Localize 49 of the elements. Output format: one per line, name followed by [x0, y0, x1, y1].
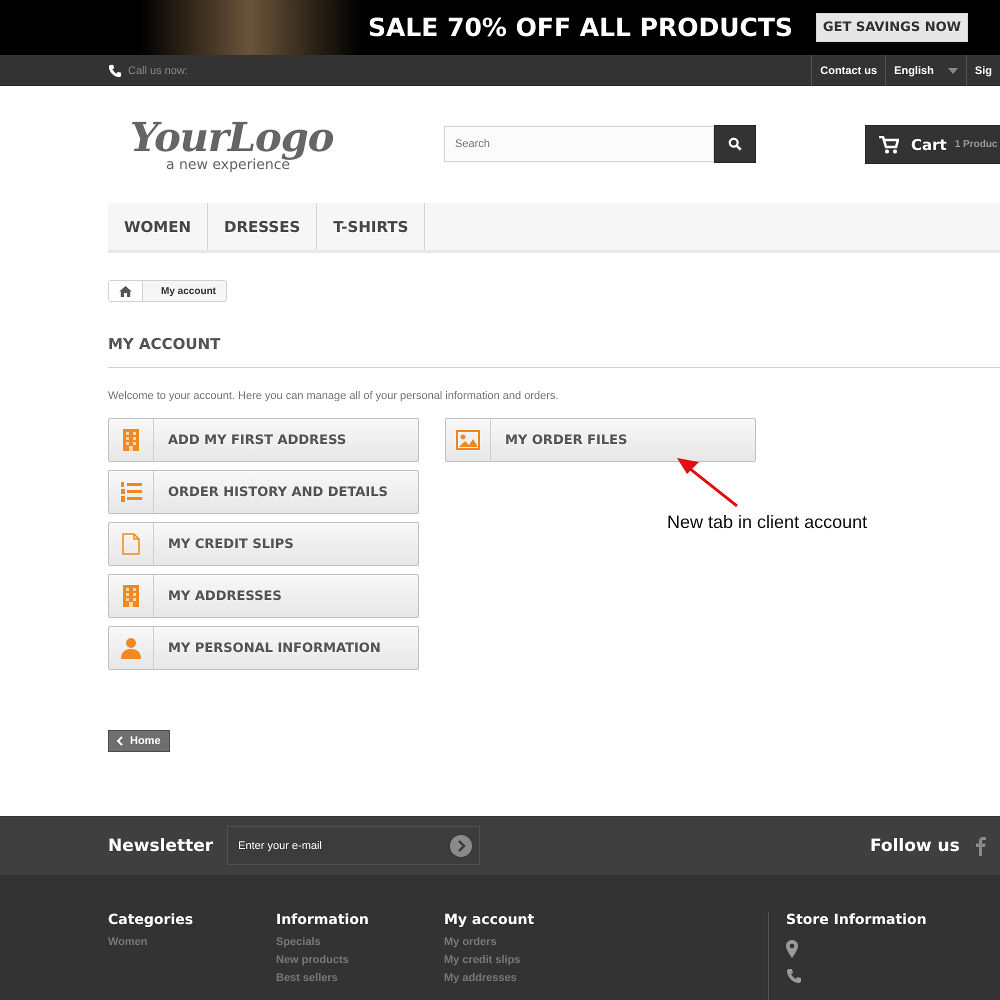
- phone-icon: [108, 64, 122, 78]
- image-icon: [456, 430, 480, 450]
- account-link-button[interactable]: MY PERSONAL INFORMATION: [108, 626, 419, 670]
- account-link-button[interactable]: MY ADDRESSES: [108, 574, 419, 618]
- chevron-left-icon: [117, 736, 123, 746]
- logo: YourLogo a new experience: [130, 118, 334, 172]
- phone-icon: [786, 968, 802, 984]
- footer-heading: Store Information: [786, 912, 927, 928]
- home-button[interactable]: Home: [108, 730, 170, 752]
- footer-heading: Information: [276, 912, 370, 928]
- document-icon: [122, 533, 140, 555]
- account-link-button[interactable]: ADD MY FIRST ADDRESS: [108, 418, 419, 462]
- search-button[interactable]: [714, 125, 756, 163]
- banner-headline: SALE 70% OFF ALL PRODUCTS: [368, 13, 793, 42]
- user-icon: [121, 637, 141, 659]
- annotation-text: New tab in client account: [667, 512, 868, 533]
- search-field[interactable]: Search: [444, 126, 714, 162]
- menu-item[interactable]: T-SHIRTS: [317, 203, 426, 250]
- home-icon: [119, 286, 132, 296]
- footer-heading: My account: [444, 912, 536, 928]
- intro-text: Welcome to your account. Here you can manage all of your personal information and orders.: [108, 390, 560, 402]
- language-dropdown[interactable]: English: [885, 55, 966, 86]
- account-link-button[interactable]: MY ORDER FILES: [445, 418, 756, 462]
- search-icon: [728, 137, 742, 151]
- arrow-icon: [675, 456, 739, 508]
- top-link[interactable]: Sig: [966, 55, 1000, 86]
- cart-icon: [879, 136, 899, 154]
- email-field[interactable]: Enter your e-mail: [227, 826, 480, 865]
- get-savings-button[interactable]: GET SAVINGS NOW: [816, 13, 968, 42]
- top-link[interactable]: Contact us: [811, 55, 886, 86]
- menu-item[interactable]: WOMEN: [108, 203, 208, 250]
- caret-icon: [948, 68, 958, 74]
- account-link-button[interactable]: MY CREDIT SLIPS: [108, 522, 419, 566]
- breadcrumb-current: My account: [160, 286, 218, 296]
- map-pin-icon: [786, 940, 798, 958]
- follow-title: Follow us: [870, 836, 960, 856]
- cart-count: 1 Produc: [954, 139, 998, 150]
- numbered-list-icon: [120, 481, 142, 503]
- phone-label: Call us now:: [128, 64, 188, 76]
- menu-item[interactable]: DRESSES: [208, 203, 318, 250]
- home-link[interactable]: [109, 281, 143, 301]
- building-icon: [123, 429, 139, 451]
- newsletter-title: Newsletter: [108, 836, 214, 856]
- page-title: MY ACCOUNT: [108, 335, 1000, 368]
- footer-heading: Categories: [108, 912, 194, 928]
- account-link-button[interactable]: ORDER HISTORY AND DETAILS: [108, 470, 419, 514]
- building-icon: [123, 585, 139, 607]
- facebook-icon: [976, 836, 986, 856]
- cart-button[interactable]: Cart 1 Produc: [865, 125, 1000, 164]
